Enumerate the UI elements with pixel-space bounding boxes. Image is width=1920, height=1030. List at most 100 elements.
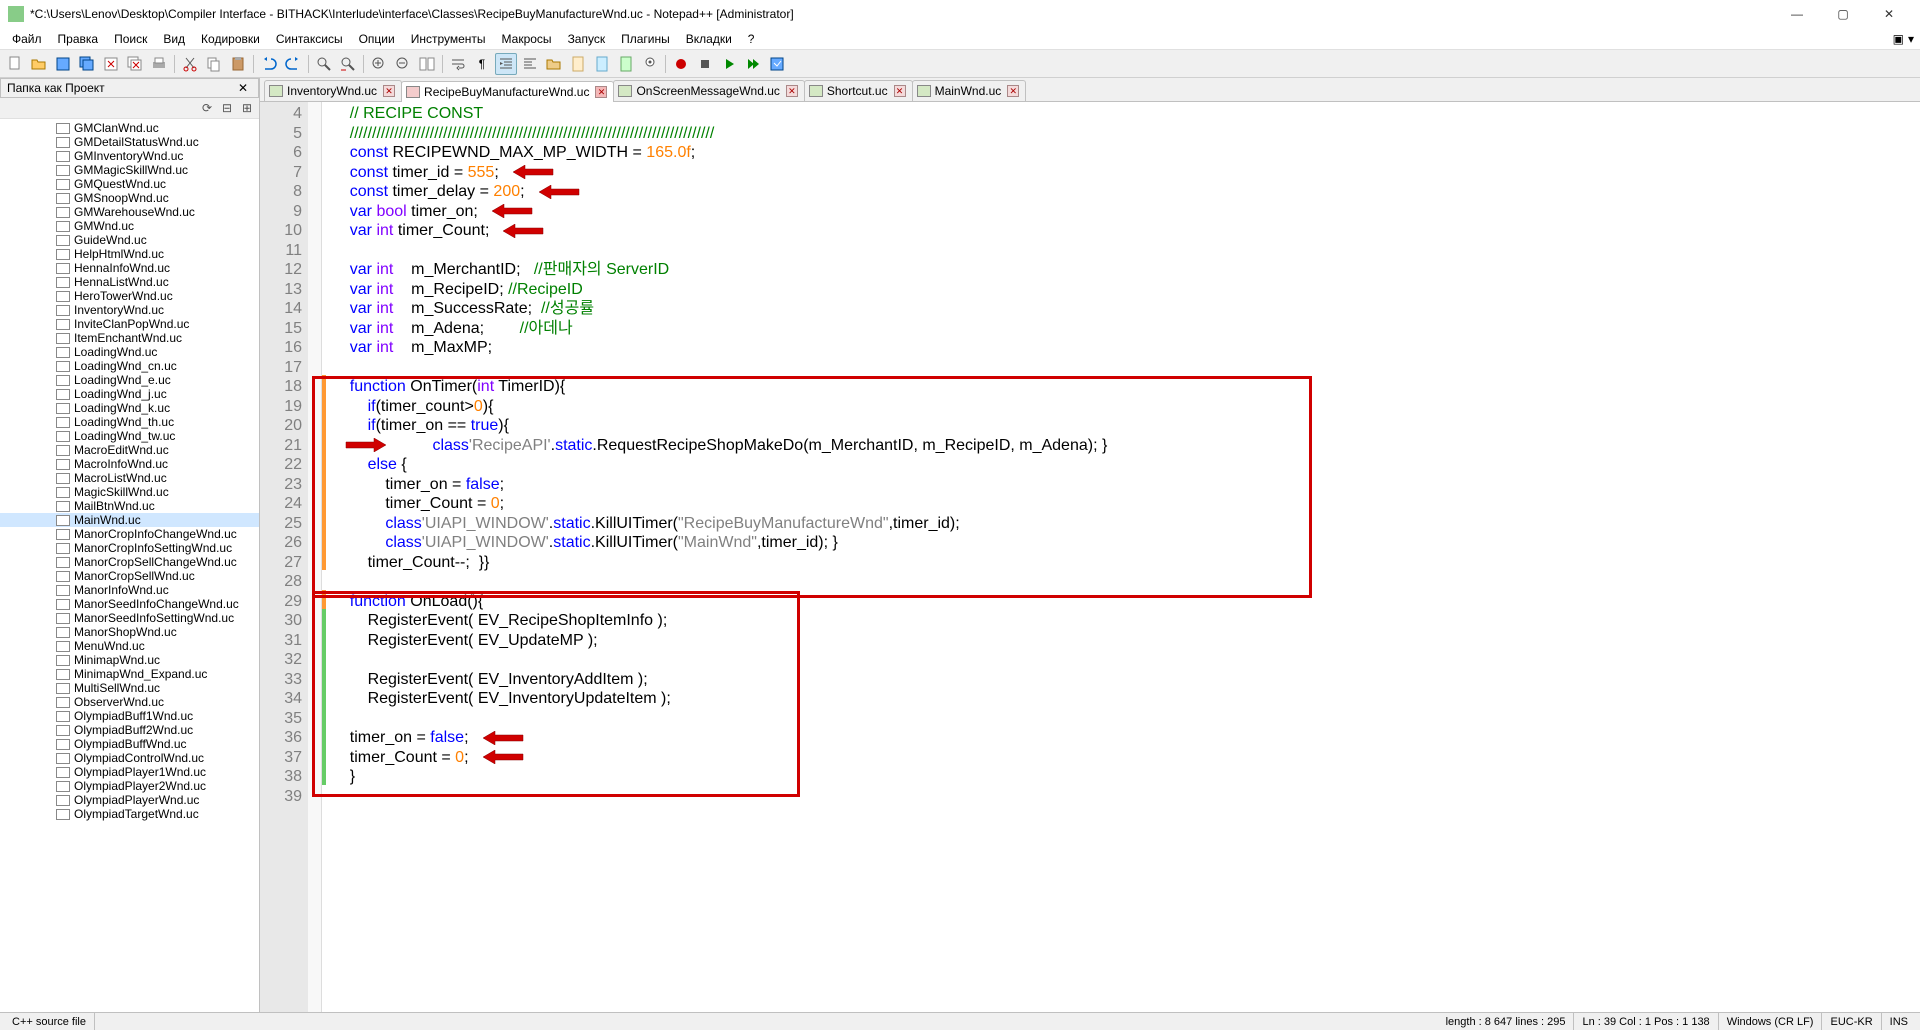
tree-item[interactable]: LoadingWnd_j.uc xyxy=(0,387,259,401)
tree-item[interactable]: ManorCropInfoSettingWnd.uc xyxy=(0,541,259,555)
menu-Вид[interactable]: Вид xyxy=(155,30,193,48)
save-macro-button[interactable] xyxy=(766,53,788,75)
maximize-button[interactable]: ▢ xyxy=(1820,0,1866,28)
folder-as-workspace-button[interactable] xyxy=(543,53,565,75)
tree-item[interactable]: MinimapWnd_Expand.uc xyxy=(0,667,259,681)
menu-?[interactable]: ? xyxy=(740,30,763,48)
code-editor[interactable]: 4567891011121314151617181920212223242526… xyxy=(260,102,1920,1012)
tree-item[interactable]: GMClanWnd.uc xyxy=(0,121,259,135)
find-button[interactable] xyxy=(313,53,335,75)
new-file-button[interactable] xyxy=(4,53,26,75)
play-macro-button[interactable] xyxy=(718,53,740,75)
menu-Файл[interactable]: Файл xyxy=(4,30,50,48)
cut-button[interactable] xyxy=(179,53,201,75)
stop-macro-button[interactable] xyxy=(694,53,716,75)
minimize-button[interactable]: — xyxy=(1774,0,1820,28)
undo-button[interactable] xyxy=(258,53,280,75)
tree-item[interactable]: OlympiadBuff2Wnd.uc xyxy=(0,723,259,737)
zoom-out-button[interactable] xyxy=(392,53,414,75)
tab[interactable]: Shortcut.uc✕ xyxy=(804,80,913,101)
tree-item[interactable]: InventoryWnd.uc xyxy=(0,303,259,317)
tree-item[interactable]: LoadingWnd.uc xyxy=(0,345,259,359)
tree-item[interactable]: OlympiadTargetWnd.uc xyxy=(0,807,259,821)
print-button[interactable] xyxy=(148,53,170,75)
sync-scroll-button[interactable] xyxy=(416,53,438,75)
redo-button[interactable] xyxy=(282,53,304,75)
close-all-button[interactable] xyxy=(124,53,146,75)
tree-item[interactable]: MainWnd.uc xyxy=(0,513,259,527)
tree-item[interactable]: OlympiadBuffWnd.uc xyxy=(0,737,259,751)
tree-item[interactable]: LoadingWnd_e.uc xyxy=(0,373,259,387)
menu-Запуск[interactable]: Запуск xyxy=(560,30,614,48)
menu-Вкладки[interactable]: Вкладки xyxy=(678,30,740,48)
tree-item[interactable]: OlympiadPlayer1Wnd.uc xyxy=(0,765,259,779)
tree-item[interactable]: MailBtnWnd.uc xyxy=(0,499,259,513)
status-eol[interactable]: Windows (CR LF) xyxy=(1719,1013,1823,1030)
close-button[interactable]: ✕ xyxy=(1866,0,1912,28)
replace-button[interactable] xyxy=(337,53,359,75)
tab[interactable]: RecipeBuyManufactureWnd.uc✕ xyxy=(401,81,614,102)
menubar-extra-icon[interactable]: ▣ xyxy=(1893,32,1904,46)
tree-item[interactable]: HennaListWnd.uc xyxy=(0,275,259,289)
menu-Синтаксисы[interactable]: Синтаксисы xyxy=(268,30,351,48)
outdent-button[interactable] xyxy=(519,53,541,75)
tree-item[interactable]: GMWarehouseWnd.uc xyxy=(0,205,259,219)
tab-close-icon[interactable]: ✕ xyxy=(786,85,798,97)
menu-Макросы[interactable]: Макросы xyxy=(494,30,560,48)
menu-Инструменты[interactable]: Инструменты xyxy=(403,30,494,48)
tree-item[interactable]: MenuWnd.uc xyxy=(0,639,259,653)
record-macro-button[interactable] xyxy=(670,53,692,75)
show-all-chars-button[interactable]: ¶ xyxy=(471,53,493,75)
zoom-in-button[interactable] xyxy=(368,53,390,75)
tree-item[interactable]: GMDetailStatusWnd.uc xyxy=(0,135,259,149)
tree-item[interactable]: ItemEnchantWnd.uc xyxy=(0,331,259,345)
paste-button[interactable] xyxy=(227,53,249,75)
status-ins[interactable]: INS xyxy=(1882,1013,1916,1030)
menubar-collapse-icon[interactable]: ▾ xyxy=(1908,32,1914,46)
menu-Кодировки[interactable]: Кодировки xyxy=(193,30,268,48)
tree-item[interactable]: ManorCropSellChangeWnd.uc xyxy=(0,555,259,569)
tree-item[interactable]: GMSnoopWnd.uc xyxy=(0,191,259,205)
tree-expand-icon[interactable]: ⊞ xyxy=(239,100,255,116)
tree-item[interactable]: ManorSeedInfoChangeWnd.uc xyxy=(0,597,259,611)
tab-close-icon[interactable]: ✕ xyxy=(1007,85,1019,97)
folder-panel-close-icon[interactable]: ✕ xyxy=(234,81,252,95)
tree-item[interactable]: HennaInfoWnd.uc xyxy=(0,261,259,275)
tree-item[interactable]: MagicSkillWnd.uc xyxy=(0,485,259,499)
doc-map-button[interactable] xyxy=(567,53,589,75)
menu-Поиск[interactable]: Поиск xyxy=(106,30,155,48)
function-list-button[interactable] xyxy=(591,53,613,75)
status-enc[interactable]: EUC-KR xyxy=(1822,1013,1881,1030)
tree-item[interactable]: ManorSeedInfoSettingWnd.uc xyxy=(0,611,259,625)
tree-item[interactable]: GMWnd.uc xyxy=(0,219,259,233)
tree-item[interactable]: MinimapWnd.uc xyxy=(0,653,259,667)
menu-Правка[interactable]: Правка xyxy=(50,30,107,48)
wordwrap-button[interactable] xyxy=(447,53,469,75)
tree-item[interactable]: LoadingWnd_cn.uc xyxy=(0,359,259,373)
tree-item[interactable]: GMInventoryWnd.uc xyxy=(0,149,259,163)
tree-item[interactable]: OlympiadPlayerWnd.uc xyxy=(0,793,259,807)
tab[interactable]: InventoryWnd.uc✕ xyxy=(264,80,402,101)
tab-close-icon[interactable]: ✕ xyxy=(383,85,395,97)
tree-item[interactable]: MacroEditWnd.uc xyxy=(0,443,259,457)
save-button[interactable] xyxy=(52,53,74,75)
tree-item[interactable]: OlympiadBuff1Wnd.uc xyxy=(0,709,259,723)
indent-button[interactable] xyxy=(495,53,517,75)
tree-item[interactable]: ManorShopWnd.uc xyxy=(0,625,259,639)
close-file-button[interactable] xyxy=(100,53,122,75)
tree-collapse-icon[interactable]: ⊟ xyxy=(219,100,235,116)
tree-item[interactable]: GMQuestWnd.uc xyxy=(0,177,259,191)
monitoring-button[interactable] xyxy=(639,53,661,75)
tree-item[interactable]: InviteClanPopWnd.uc xyxy=(0,317,259,331)
play-multi-button[interactable] xyxy=(742,53,764,75)
tree-item[interactable]: MacroInfoWnd.uc xyxy=(0,457,259,471)
tree-item[interactable]: ObserverWnd.uc xyxy=(0,695,259,709)
tree-refresh-icon[interactable]: ⟳ xyxy=(199,100,215,116)
tab[interactable]: MainWnd.uc✕ xyxy=(912,80,1027,101)
tree-item[interactable]: MultiSellWnd.uc xyxy=(0,681,259,695)
tree-item[interactable]: ManorCropInfoChangeWnd.uc xyxy=(0,527,259,541)
tree-item[interactable]: HelpHtmlWnd.uc xyxy=(0,247,259,261)
tree-item[interactable]: HeroTowerWnd.uc xyxy=(0,289,259,303)
tree-item[interactable]: ManorInfoWnd.uc xyxy=(0,583,259,597)
tree-item[interactable]: OlympiadControlWnd.uc xyxy=(0,751,259,765)
